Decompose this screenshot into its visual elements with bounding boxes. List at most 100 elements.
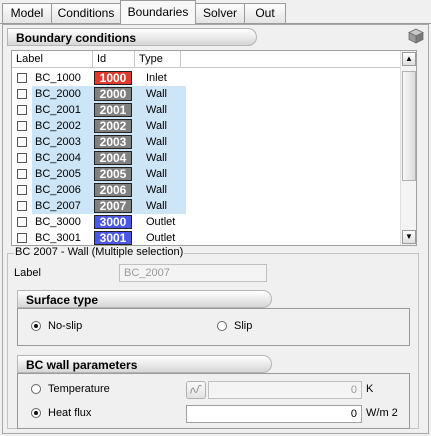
row-type: Inlet	[146, 72, 167, 84]
scroll-up-arrow-icon: ▲	[405, 54, 413, 63]
row-id-badge: 2003	[94, 135, 132, 149]
slip-radio[interactable]	[217, 321, 227, 331]
tab-out[interactable]: Out	[244, 3, 286, 23]
temperature-unit: K	[366, 383, 374, 395]
row-type: Wall	[146, 168, 167, 180]
row-id-badge: 3000	[94, 215, 132, 229]
table-row[interactable]: BC_2001 2001 Wall	[12, 102, 400, 118]
scroll-down-button[interactable]: ▼	[402, 230, 416, 244]
heat-flux-unit: W/m 2	[366, 407, 398, 419]
heat-flux-field[interactable]: 0	[186, 405, 362, 423]
row-id-badge: 2006	[94, 183, 132, 197]
column-header-id[interactable]: Id	[93, 51, 135, 68]
table-row[interactable]: BC_2006 2006 Wall	[12, 182, 400, 198]
table-row[interactable]: BC_3001 3001 Outlet	[12, 230, 400, 246]
row-type: Outlet	[146, 216, 176, 228]
row-id-badge: 2001	[94, 103, 132, 117]
tab-boundaries-label: Boundaries	[127, 5, 189, 19]
row-label: BC_2002	[35, 120, 81, 132]
tab-model-label: Model	[10, 6, 44, 20]
table-row[interactable]: BC_2000 2000 Wall	[12, 86, 400, 102]
row-label: BC_2005	[35, 168, 81, 180]
table-row[interactable]: BC_2002 2002 Wall	[12, 118, 400, 134]
row-id-badge: 3001	[94, 231, 132, 245]
table-row[interactable]: BC_3000 3000 Outlet	[12, 214, 400, 230]
scroll-up-button[interactable]: ▲	[402, 52, 416, 66]
table-row[interactable]: BC_2007 2007 Wall	[12, 198, 400, 214]
row-type: Wall	[146, 88, 167, 100]
row-label: BC_2004	[35, 152, 81, 164]
row-type: Wall	[146, 152, 167, 164]
scroll-thumb[interactable]	[402, 71, 416, 181]
row-label: BC_2001	[35, 104, 81, 116]
table-row[interactable]: BC_2005 2005 Wall	[12, 166, 400, 182]
row-label: BC_3001	[35, 232, 81, 244]
row-checkbox[interactable]	[17, 105, 27, 115]
row-checkbox[interactable]	[17, 73, 27, 83]
cube-icon[interactable]	[408, 28, 424, 44]
row-checkbox[interactable]	[17, 185, 27, 195]
row-label: BC_2007	[35, 200, 81, 212]
row-checkbox[interactable]	[17, 121, 27, 131]
no-slip-label[interactable]: No-slip	[48, 320, 82, 332]
row-type: Outlet	[146, 232, 176, 244]
list-header: Label Id Type	[12, 51, 400, 68]
column-header-type[interactable]: Type	[135, 51, 181, 68]
bc-details-group-title: BC 2007 - Wall (Multiple selection)	[14, 246, 185, 258]
row-id-badge: 2005	[94, 167, 132, 181]
temperature-radio[interactable]	[31, 384, 41, 394]
label-caption: Label	[14, 267, 41, 279]
tab-bar: Model Conditions Boundaries Solver Out	[0, 0, 431, 24]
function-icon	[190, 384, 202, 394]
temperature-function-button[interactable]	[186, 381, 206, 399]
row-checkbox[interactable]	[17, 233, 27, 243]
temperature-field[interactable]: 0	[208, 381, 362, 399]
row-type: Wall	[146, 120, 167, 132]
no-slip-radio[interactable]	[31, 321, 41, 331]
temperature-label[interactable]: Temperature	[48, 383, 110, 395]
row-label: BC_3000	[35, 216, 81, 228]
row-type: Wall	[146, 136, 167, 148]
row-type: Wall	[146, 184, 167, 196]
heat-flux-label[interactable]: Heat flux	[48, 407, 91, 419]
tab-solver-label: Solver	[202, 6, 237, 20]
table-row[interactable]: BC_1000 1000 Inlet	[12, 70, 400, 86]
row-checkbox[interactable]	[17, 89, 27, 99]
wall-params-header: BC wall parameters	[17, 355, 272, 373]
row-checkbox[interactable]	[17, 201, 27, 211]
tab-model[interactable]: Model	[2, 3, 52, 23]
row-checkbox[interactable]	[17, 217, 27, 227]
label-field[interactable]: BC_2007	[119, 264, 267, 282]
tab-conditions[interactable]: Conditions	[51, 3, 121, 23]
tab-conditions-label: Conditions	[57, 6, 115, 20]
slip-label[interactable]: Slip	[234, 320, 252, 332]
row-label: BC_2000	[35, 88, 81, 100]
row-label: BC_2006	[35, 184, 81, 196]
row-id-badge: 2000	[94, 87, 132, 101]
list-scrollbar[interactable]: ▲ ▼	[400, 51, 416, 245]
row-checkbox[interactable]	[17, 137, 27, 147]
table-row[interactable]: BC_2003 2003 Wall	[12, 134, 400, 150]
surface-type-header: Surface type	[17, 290, 272, 308]
row-label: BC_1000	[35, 72, 81, 84]
heat-flux-radio[interactable]	[31, 408, 41, 418]
table-row[interactable]: BC_2004 2004 Wall	[12, 150, 400, 166]
row-id-badge: 1000	[94, 71, 132, 85]
row-id-badge: 2004	[94, 151, 132, 165]
tab-solver[interactable]: Solver	[195, 3, 245, 23]
wall-params-title: BC wall parameters	[26, 358, 138, 372]
row-id-badge: 2002	[94, 119, 132, 133]
row-id-badge: 2007	[94, 199, 132, 213]
tab-boundaries[interactable]: Boundaries	[120, 0, 196, 24]
tab-out-label: Out	[255, 6, 275, 20]
row-checkbox[interactable]	[17, 169, 27, 179]
scroll-down-arrow-icon: ▼	[405, 232, 413, 241]
row-checkbox[interactable]	[17, 153, 27, 163]
row-type: Wall	[146, 200, 167, 212]
column-header-label[interactable]: Label	[12, 51, 93, 68]
row-label: BC_2003	[35, 136, 81, 148]
boundary-conditions-header: Boundary conditions	[7, 28, 257, 46]
boundary-list[interactable]: Label Id Type BC_1000 1000 Inlet BC_2000 200…	[11, 50, 417, 246]
surface-type-title: Surface type	[26, 293, 99, 307]
boundary-conditions-title: Boundary conditions	[16, 31, 136, 45]
